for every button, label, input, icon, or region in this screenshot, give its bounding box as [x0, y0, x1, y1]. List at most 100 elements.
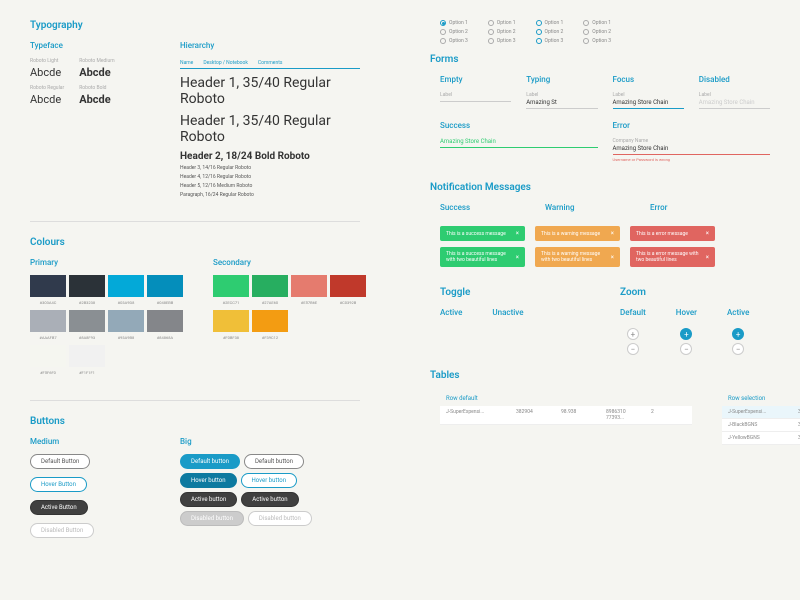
- text-input[interactable]: Amazing Store Chain: [613, 99, 684, 109]
- hierarchy-item: Paragraph, 16/24 Regular Roboto: [180, 192, 360, 198]
- forms-section: Forms EmptyLabelTypingLabelAmazing StFoc…: [440, 54, 770, 162]
- hierarchy-item: Header 5, 12/16 Medium Roboto: [180, 183, 360, 189]
- zoom-in-button[interactable]: +: [732, 328, 744, 340]
- radio-option[interactable]: Option 3: [440, 38, 468, 44]
- toggle-unactive: Unactive: [492, 308, 523, 317]
- radio-option[interactable]: Option 3: [583, 38, 611, 44]
- zoom-in-button[interactable]: +: [627, 328, 639, 340]
- close-icon[interactable]: ×: [516, 254, 519, 261]
- button-big[interactable]: Default button: [180, 454, 240, 469]
- text-input[interactable]: Amazing Store Chain: [613, 145, 771, 155]
- typeface-label: Roboto Regular: [30, 85, 64, 91]
- table-row[interactable]: J-SuperExpensi...38290498.9388986310...2: [722, 406, 800, 419]
- color-label: #27AE60: [252, 300, 288, 305]
- color-swatch[interactable]: [69, 310, 105, 332]
- button-disabled-button: Disabled Button: [30, 523, 94, 538]
- colours-title: Colours: [30, 237, 360, 248]
- zoom-in-button[interactable]: +: [680, 328, 692, 340]
- button-active-button[interactable]: Active Button: [30, 500, 88, 515]
- close-icon[interactable]: ×: [611, 230, 614, 237]
- button-big[interactable]: Hover button: [180, 473, 237, 488]
- radio-icon: [440, 29, 446, 35]
- color-label: #F5F6F0: [30, 370, 66, 375]
- radio-option[interactable]: Option 1: [440, 20, 468, 26]
- button-hover-button[interactable]: Hover Button: [30, 477, 87, 492]
- radio-icon: [440, 38, 446, 44]
- color-swatch[interactable]: [147, 310, 183, 332]
- forms-title: Forms: [430, 54, 770, 65]
- radio-option[interactable]: Option 3: [536, 38, 564, 44]
- radio-option[interactable]: Option 1: [536, 20, 564, 26]
- typeface-sample: Abcde: [30, 93, 64, 106]
- hierarchy-tab[interactable]: Comments: [258, 58, 283, 68]
- hierarchy-item: Header 1, 35/40 Regular Roboto: [180, 113, 360, 145]
- radio-option[interactable]: Option 3: [488, 38, 516, 44]
- text-input[interactable]: Amazing St: [526, 99, 597, 109]
- table-cell: J-BlackBGNS: [728, 422, 788, 428]
- form-state-title: Empty: [440, 75, 511, 84]
- button-default-button[interactable]: Default Button: [30, 454, 90, 469]
- color-label: #84868A: [147, 335, 183, 340]
- table-row[interactable]: J-BlackBGNS38372434.78836.9842: [722, 419, 800, 432]
- button-big: Disabled button: [180, 511, 244, 526]
- radio-option[interactable]: Option 1: [583, 20, 611, 26]
- radio-option[interactable]: Option 2: [488, 29, 516, 35]
- messages-title: Notification Messages: [430, 182, 770, 193]
- color-label: #F39C12: [252, 335, 288, 340]
- text-input[interactable]: Amazing Store Chain: [699, 99, 770, 109]
- field-label: Label: [699, 92, 770, 98]
- color-label: #03A9D8: [108, 300, 144, 305]
- text-input[interactable]: Amazing Store Chain: [440, 138, 598, 148]
- hierarchy-tab[interactable]: Desktop / Notebook: [203, 58, 248, 68]
- hierarchy-item: Header 4, 12/16 Regular Roboto: [180, 174, 360, 180]
- color-swatch[interactable]: [108, 310, 144, 332]
- text-input[interactable]: [440, 99, 511, 102]
- color-swatch[interactable]: [30, 345, 66, 367]
- color-swatch[interactable]: [30, 275, 66, 297]
- table-row[interactable]: J-SuperExpensi...38290498.9388986310 773…: [440, 406, 692, 425]
- color-swatch[interactable]: [69, 275, 105, 297]
- zoom-out-button[interactable]: −: [680, 343, 692, 355]
- radio-icon: [536, 38, 542, 44]
- color-swatch[interactable]: [147, 275, 183, 297]
- button-big[interactable]: Default button: [244, 454, 304, 469]
- color-swatch[interactable]: [252, 310, 288, 332]
- button-big[interactable]: Active button: [241, 492, 298, 507]
- form-state-title: Success: [440, 121, 598, 130]
- secondary-title: Secondary: [213, 258, 366, 267]
- close-icon[interactable]: ×: [611, 254, 614, 261]
- zoom-state-title: Active: [727, 308, 749, 317]
- color-swatch[interactable]: [291, 275, 327, 297]
- color-swatch[interactable]: [213, 275, 249, 297]
- radio-option[interactable]: Option 2: [583, 29, 611, 35]
- color-swatch[interactable]: [213, 310, 249, 332]
- color-swatch[interactable]: [69, 345, 105, 367]
- notification-message: This is a error message×: [630, 226, 715, 241]
- button-big[interactable]: Active button: [180, 492, 237, 507]
- radio-icon: [488, 38, 494, 44]
- radio-option[interactable]: Option 2: [440, 29, 468, 35]
- button-big[interactable]: Hover button: [241, 473, 298, 488]
- zoom-out-button[interactable]: −: [627, 343, 639, 355]
- color-swatch[interactable]: [330, 275, 366, 297]
- close-icon[interactable]: ×: [706, 230, 709, 237]
- zoom-out-button[interactable]: −: [732, 343, 744, 355]
- table-row[interactable]: J-YellowBGNS38373453.39735.3922: [722, 432, 800, 445]
- field-label: Label: [613, 92, 684, 98]
- radio-icon: [583, 20, 589, 26]
- messages-section: Notification Messages SuccessWarningErro…: [440, 182, 770, 267]
- radio-option[interactable]: Option 1: [488, 20, 516, 26]
- color-swatch[interactable]: [252, 275, 288, 297]
- close-icon[interactable]: ×: [516, 230, 519, 237]
- color-swatch[interactable]: [30, 310, 66, 332]
- color-swatch[interactable]: [108, 275, 144, 297]
- medium-title: Medium: [30, 437, 150, 446]
- typeface-label: Roboto Light: [30, 58, 64, 64]
- hierarchy-tab[interactable]: Name: [180, 58, 193, 68]
- typeface-label: Roboto Bold: [79, 85, 114, 91]
- hierarchy-item: Header 2, 18/24 Bold Roboto: [180, 151, 360, 162]
- color-label: #C0392B: [330, 300, 366, 305]
- hierarchy-item: Header 3, 14/16 Regular Roboto: [180, 165, 360, 171]
- close-icon[interactable]: ×: [706, 254, 709, 261]
- radio-option[interactable]: Option 2: [536, 29, 564, 35]
